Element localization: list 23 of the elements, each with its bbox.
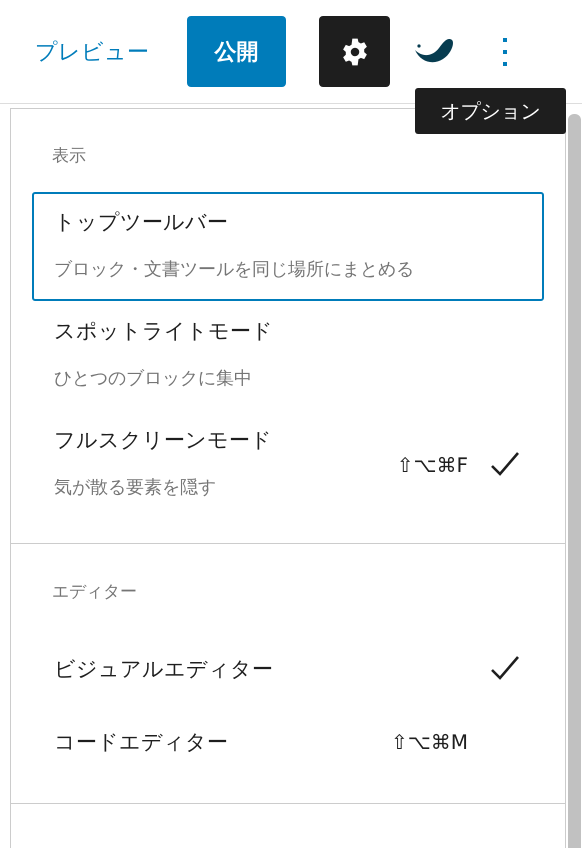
- item-title: コードエディター: [54, 729, 229, 756]
- item-description: ひとつのブロックに集中: [54, 367, 253, 391]
- item-description: ブロック・文書ツールを同じ場所にまとめる: [54, 258, 415, 282]
- publish-button[interactable]: 公開: [187, 16, 286, 87]
- settings-button[interactable]: [319, 16, 390, 87]
- tooltip: オプション: [415, 88, 566, 134]
- more-options-icon[interactable]: [502, 36, 508, 66]
- keyboard-shortcut: ⇧⌥⌘F: [396, 453, 468, 477]
- preview-link[interactable]: プレビュー: [35, 36, 149, 66]
- item-title: フルスクリーンモード: [54, 427, 273, 454]
- menu-item[interactable]: スポットライトモード ひとつのブロックに集中: [32, 301, 544, 410]
- item-title: ビジュアルエディター: [54, 656, 274, 683]
- scrollbar[interactable]: [568, 114, 581, 848]
- item-description: 気が散る要素を隠す: [54, 476, 217, 500]
- menu-item[interactable]: コードエディター ⇧⌥⌘M: [32, 705, 544, 778]
- section-label: 表示: [51, 145, 87, 168]
- keyboard-shortcut: ⇧⌥⌘M: [390, 730, 468, 754]
- menu-item[interactable]: フルスクリーンモード 気が散る要素を隠す ⇧⌥⌘F: [32, 410, 544, 519]
- item-title: スポットライトモード: [54, 318, 274, 345]
- item-title: トップツールバー: [54, 209, 229, 236]
- menu-item[interactable]: ビジュアルエディター: [32, 632, 544, 705]
- section-label: エディター: [51, 581, 138, 604]
- menu-item[interactable]: トップツールバー ブロック・文書ツールを同じ場所にまとめる: [32, 192, 544, 301]
